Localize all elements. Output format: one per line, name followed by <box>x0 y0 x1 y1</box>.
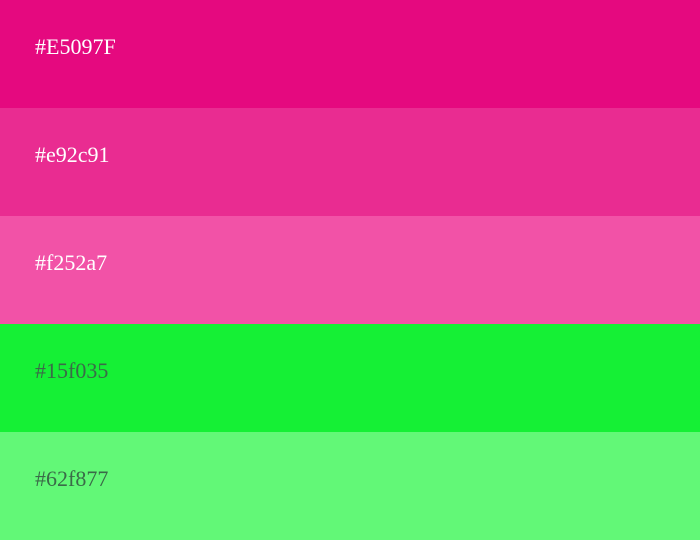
swatch-hex-label: #E5097F <box>35 34 116 59</box>
color-palette: #E5097F #e92c91 #f252a7 #15f035 #62f877 <box>0 0 700 540</box>
color-swatch-1: #E5097F <box>0 0 700 108</box>
color-swatch-4: #15f035 <box>0 324 700 432</box>
swatch-hex-label: #f252a7 <box>35 250 108 275</box>
color-swatch-3: #f252a7 <box>0 216 700 324</box>
color-swatch-5: #62f877 <box>0 432 700 540</box>
color-swatch-2: #e92c91 <box>0 108 700 216</box>
swatch-hex-label: #e92c91 <box>35 142 110 167</box>
swatch-hex-label: #15f035 <box>35 358 109 383</box>
swatch-hex-label: #62f877 <box>35 466 109 491</box>
